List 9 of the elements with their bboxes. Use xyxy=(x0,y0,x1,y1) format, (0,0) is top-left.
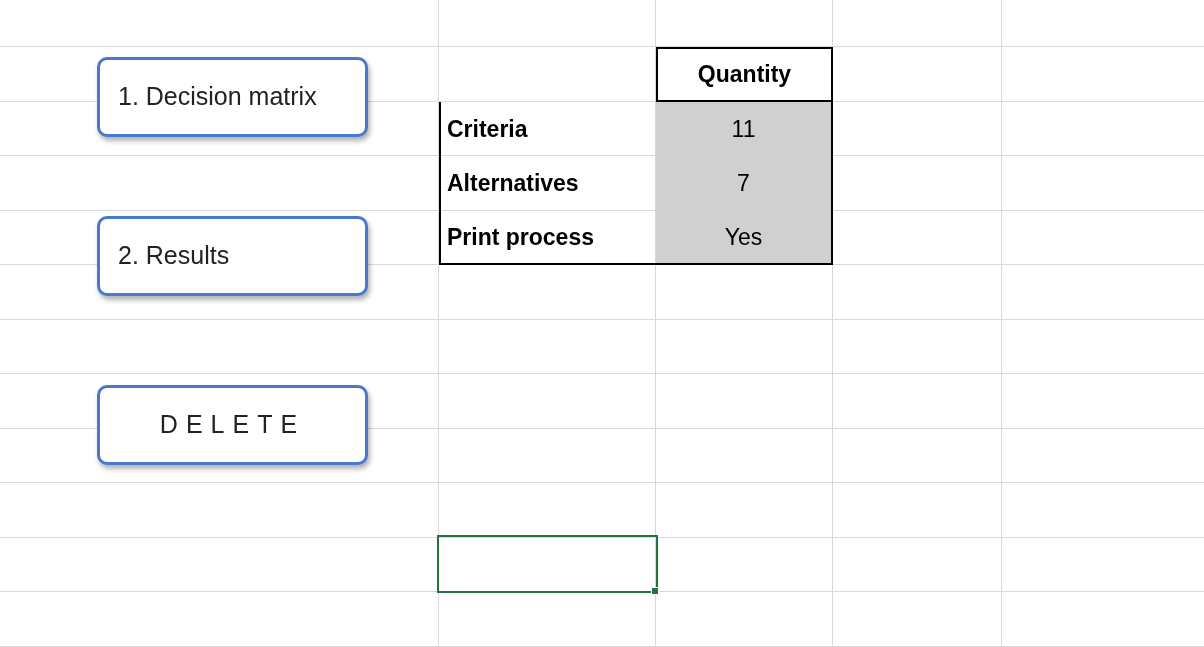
macro-button[interactable]: DELETE xyxy=(97,385,368,465)
column-header: Quantity xyxy=(656,47,833,102)
table-cell: 7 xyxy=(656,156,833,211)
table-cell: Yes xyxy=(656,210,833,265)
macro-button[interactable]: 1. Decision matrix xyxy=(97,57,368,137)
fill-handle[interactable] xyxy=(651,587,659,595)
macro-button[interactable]: 2. Results xyxy=(97,216,368,296)
table-cell: 11 xyxy=(656,101,833,156)
selected-cell[interactable] xyxy=(437,535,658,593)
